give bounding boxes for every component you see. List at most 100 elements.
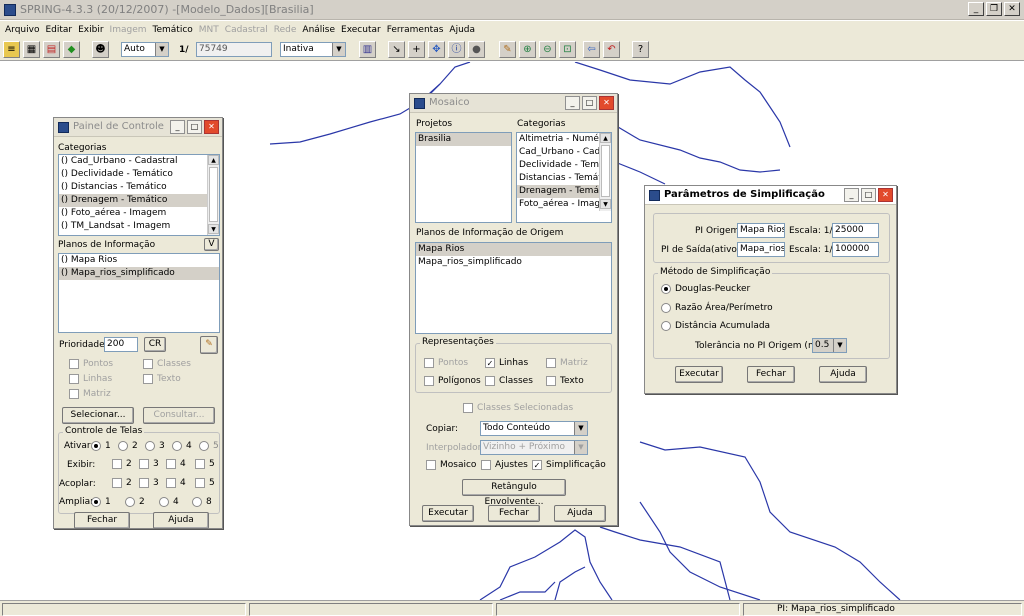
zoom-in-icon[interactable]: ⊕ xyxy=(519,41,536,58)
exibir-check-3[interactable]: 3 xyxy=(139,459,159,469)
close-button[interactable]: ✕ xyxy=(878,188,893,202)
pi-origem-input[interactable]: Mapa Rios xyxy=(737,223,785,238)
ativar-radio-3[interactable]: 3 xyxy=(145,441,165,451)
retangulo-envolvente-button[interactable]: Retângulo Envolvente... xyxy=(462,479,566,507)
minimize-button[interactable]: _ xyxy=(844,188,859,202)
list-item[interactable]: Drenagem - Temático xyxy=(517,185,611,198)
draw-arrow-icon[interactable]: ↘ xyxy=(388,41,405,58)
categorias-scrollbar[interactable]: ▲ ▼ xyxy=(599,133,611,211)
ativar-radio-5[interactable]: 5 xyxy=(199,441,219,451)
exibir-check-2[interactable]: 2 xyxy=(112,459,132,469)
linhas-checkbox[interactable]: Linhas xyxy=(69,374,112,384)
close-button[interactable]: ✕ xyxy=(204,120,219,134)
model-icon[interactable]: ◆ xyxy=(63,41,80,58)
razao-area-radio[interactable]: Razão Área/Perímetro xyxy=(661,303,773,313)
ampliar-radio-2[interactable]: 2 xyxy=(125,497,145,507)
restore-button[interactable]: ❐ xyxy=(986,2,1002,16)
scroll-down-icon[interactable]: ▼ xyxy=(600,199,611,209)
interpolador-select[interactable]: Vizinho + Próximo ▼ xyxy=(480,440,588,455)
simplificacao-checkbox[interactable]: ✓ Simplificação xyxy=(532,460,606,470)
exibir-check-4[interactable]: 4 xyxy=(166,459,186,469)
douglas-peucker-radio[interactable]: Douglas-Peucker xyxy=(661,284,750,294)
scroll-up-icon[interactable]: ▲ xyxy=(208,155,219,165)
list-item[interactable]: () Mapa_rios_simplificado xyxy=(59,267,219,280)
zoom-out-icon[interactable]: ⊖ xyxy=(539,41,556,58)
info-icon[interactable]: ⓘ xyxy=(448,41,465,58)
menu-ferramentas[interactable]: Ferramentas xyxy=(387,25,444,35)
escala-saida-input[interactable]: 100000 xyxy=(832,242,879,257)
database-icon[interactable]: ≡ xyxy=(3,41,20,58)
close-button[interactable]: ✕ xyxy=(1004,2,1020,16)
categorias-scrollbar[interactable]: ▲ ▼ xyxy=(207,155,219,235)
ajuda-button[interactable]: Ajuda xyxy=(153,512,209,529)
status-select[interactable]: Inativa ▼ xyxy=(280,42,346,57)
classes-checkbox[interactable]: Classes xyxy=(485,376,533,386)
executar-button[interactable]: Executar xyxy=(675,366,723,383)
pi-toggle-button[interactable]: V xyxy=(204,238,219,251)
list-item[interactable]: Mapa Rios xyxy=(416,243,611,256)
poligonos-checkbox[interactable]: Polígonos xyxy=(424,376,481,386)
acoplar-check-3[interactable]: 3 xyxy=(139,478,159,488)
layers-icon[interactable]: ▤ xyxy=(43,41,60,58)
list-item[interactable]: Distancias - Temático xyxy=(517,172,611,185)
ativar-radio-1[interactable]: 1 xyxy=(91,441,111,451)
minimize-button[interactable]: _ xyxy=(170,120,185,134)
pencil-icon[interactable]: ✎ xyxy=(200,336,218,354)
crosshair-icon[interactable]: + xyxy=(408,41,425,58)
fechar-button[interactable]: Fechar xyxy=(74,512,130,529)
list-item[interactable]: () TM_Landsat - Imagem xyxy=(59,220,219,233)
list-item[interactable]: () Mapa Rios xyxy=(59,254,219,267)
pi-saida-input[interactable]: Mapa_rios_ xyxy=(737,242,785,257)
acoplar-check-2[interactable]: 2 xyxy=(112,478,132,488)
classes-checkbox[interactable]: Classes xyxy=(143,359,191,369)
menu-mnt[interactable]: MNT xyxy=(199,25,219,35)
consultar-button[interactable]: Consultar... xyxy=(143,407,215,424)
close-button[interactable]: ✕ xyxy=(599,96,614,110)
scale-input[interactable]: 75749 xyxy=(196,42,272,57)
minimize-button[interactable]: _ xyxy=(968,2,984,16)
menu-analise[interactable]: Análise xyxy=(302,25,335,35)
user-icon[interactable]: ☻ xyxy=(92,41,109,58)
ampliar-radio-1[interactable]: 1 xyxy=(91,497,111,507)
minimize-button[interactable]: _ xyxy=(565,96,580,110)
selecionar-button[interactable]: Selecionar... xyxy=(62,407,134,424)
acoplar-check-5[interactable]: 5 xyxy=(195,478,215,488)
cr-button[interactable]: CR xyxy=(144,337,166,352)
pontos-checkbox[interactable]: Pontos xyxy=(69,359,113,369)
ampliar-radio-8[interactable]: 8 xyxy=(192,497,212,507)
fechar-button[interactable]: Fechar xyxy=(488,505,540,522)
linhas-checkbox[interactable]: ✓ Linhas xyxy=(485,358,528,368)
menu-executar[interactable]: Executar xyxy=(341,25,381,35)
fechar-button[interactable]: Fechar xyxy=(747,366,795,383)
scroll-up-icon[interactable]: ▲ xyxy=(600,133,611,143)
menu-exibir[interactable]: Exibir xyxy=(78,25,103,35)
menu-tematico[interactable]: Temático xyxy=(153,25,193,35)
maximize-button[interactable]: □ xyxy=(187,120,202,134)
copiar-select[interactable]: Todo Conteúdo ▼ xyxy=(480,421,588,436)
ampliar-radio-4[interactable]: 4 xyxy=(159,497,179,507)
texto-checkbox[interactable]: Texto xyxy=(143,374,181,384)
back-arrow-icon[interactable]: ⇦ xyxy=(583,41,600,58)
zoom-window-icon[interactable]: ⊡ xyxy=(559,41,576,58)
ajustes-checkbox[interactable]: Ajustes xyxy=(481,460,528,470)
cloud-icon[interactable]: ● xyxy=(468,41,485,58)
list-item[interactable]: () Cad_Urbano - Cadastral xyxy=(59,155,219,168)
pencil-icon[interactable]: ✎ xyxy=(499,41,516,58)
prioridade-input[interactable]: 200 xyxy=(104,337,138,352)
escala-origem-input[interactable]: 25000 xyxy=(832,223,879,238)
exibir-check-5[interactable]: 5 xyxy=(195,459,215,469)
matriz-checkbox[interactable]: Matriz xyxy=(69,389,111,399)
classes-selecionadas-checkbox[interactable]: Classes Selecionadas xyxy=(463,403,573,413)
executar-button[interactable]: Executar xyxy=(422,505,474,522)
help-icon[interactable]: ? xyxy=(632,41,649,58)
project-icon[interactable]: ▦ xyxy=(23,41,40,58)
distancia-acumulada-radio[interactable]: Distância Acumulada xyxy=(661,321,770,331)
list-item[interactable]: Altimetria - Numérico xyxy=(517,133,611,146)
grid-icon[interactable]: ▥ xyxy=(359,41,376,58)
pan-icon[interactable]: ✥ xyxy=(428,41,445,58)
list-item[interactable]: Brasilia xyxy=(416,133,511,146)
pontos-checkbox[interactable]: Pontos xyxy=(424,358,468,368)
menu-cadastral[interactable]: Cadastral xyxy=(225,25,268,35)
ativar-radio-4[interactable]: 4 xyxy=(172,441,192,451)
list-item[interactable]: () Foto_aérea - Imagem xyxy=(59,207,219,220)
